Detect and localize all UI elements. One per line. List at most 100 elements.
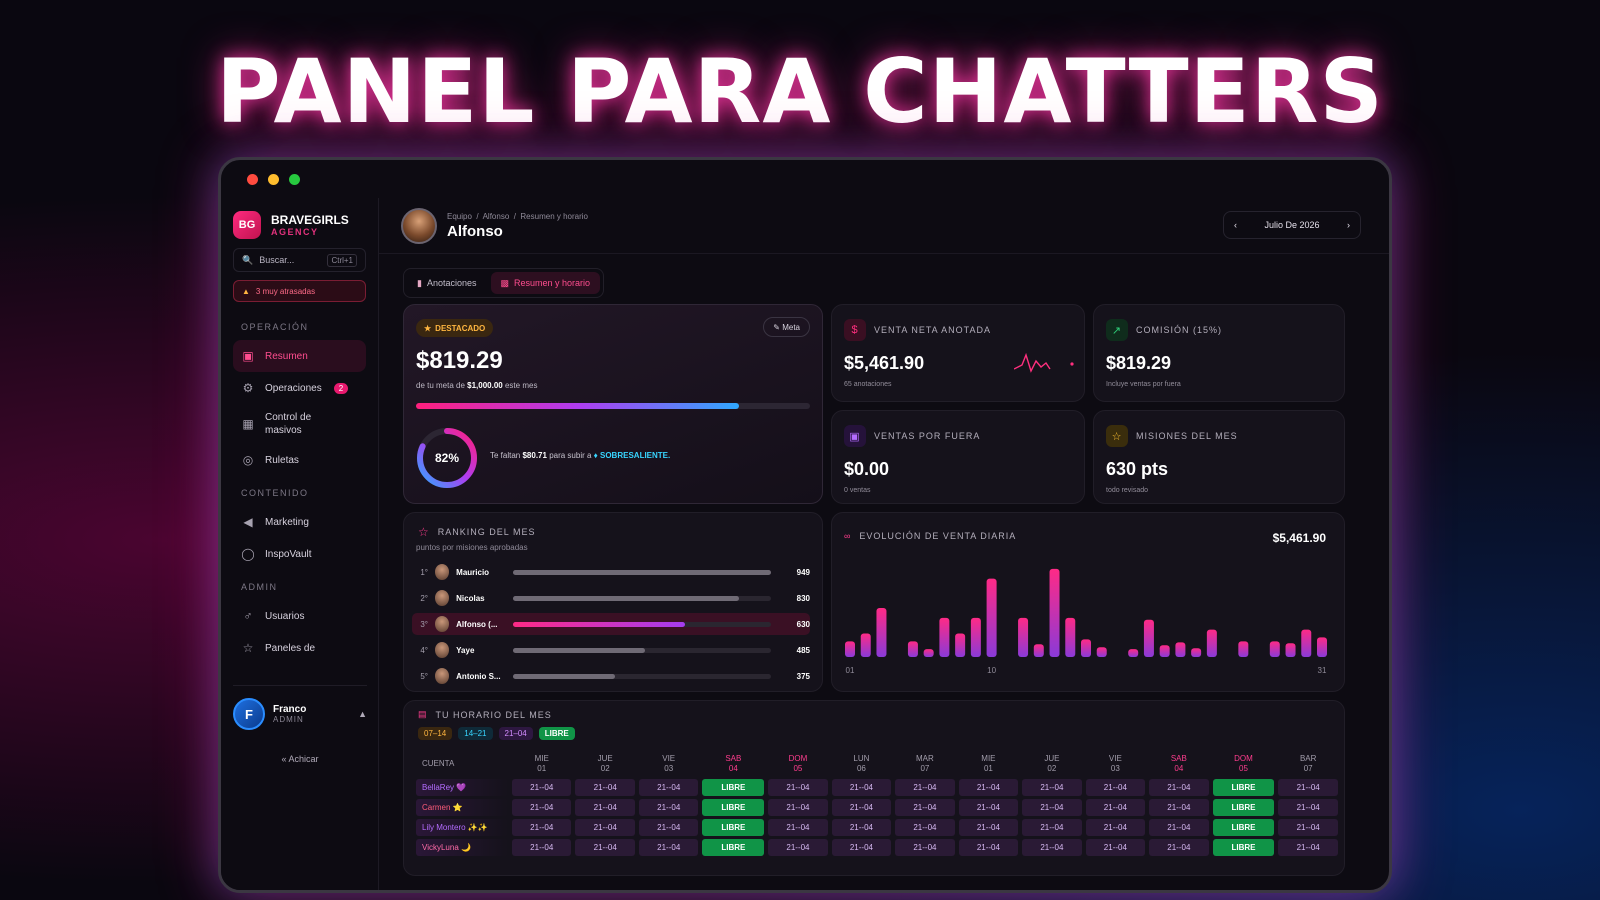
shift-cell[interactable]: 21--04 (512, 819, 572, 836)
chart-bar-day-2[interactable] (860, 633, 871, 658)
shift-cell[interactable]: 21--04 (1085, 819, 1146, 836)
chart-bar-day-8[interactable] (955, 633, 966, 658)
shift-cell[interactable]: 21--04 (575, 819, 635, 836)
chart-bar-day-9[interactable] (970, 617, 981, 657)
shift-cell[interactable]: 21--04 (1278, 839, 1338, 856)
chart-bar-day-1[interactable] (845, 641, 855, 657)
chart-bar-day-26[interactable] (1238, 641, 1249, 657)
sidebar-item-paneles[interactable]: ☆ Paneles de (233, 632, 366, 664)
sidebar-item-operaciones[interactable]: ⚙ Operaciones 2 (233, 372, 366, 404)
shift-cell[interactable]: 21--04 (1085, 799, 1146, 816)
breadcrumb-item[interactable]: Alfonso (483, 212, 510, 221)
meta-button[interactable]: ✎ Meta (763, 317, 810, 337)
shift-cell[interactable]: 21--04 (895, 799, 955, 816)
shift-cell[interactable]: 21--04 (831, 839, 892, 856)
chart-bar-day-24[interactable] (1206, 629, 1217, 657)
shift-cell[interactable]: 21--04 (1085, 839, 1146, 856)
shift-cell[interactable]: LIBRE (702, 839, 765, 856)
chart-bar-day-5[interactable] (907, 641, 918, 657)
sidebar-item-resumen[interactable]: ▣ Resumen (233, 340, 366, 372)
shift-cell[interactable]: LIBRE (1212, 779, 1275, 796)
shift-cell[interactable]: 21--04 (638, 799, 699, 816)
shift-cell[interactable]: 21--04 (768, 839, 828, 856)
shift-cell[interactable]: 21--04 (1022, 799, 1082, 816)
chart-bar-day-21[interactable] (1159, 645, 1170, 657)
shift-cell[interactable]: LIBRE (702, 779, 765, 796)
shift-cell[interactable]: 21--04 (1022, 839, 1082, 856)
shift-cell[interactable]: LIBRE (702, 819, 765, 836)
account-name[interactable]: Carmen ⭐ (416, 799, 508, 816)
shift-cell[interactable]: LIBRE (1212, 839, 1275, 856)
chart-bar-day-30[interactable] (1301, 629, 1312, 657)
breadcrumb-item[interactable]: Equipo (447, 212, 472, 221)
chart-bar-day-13[interactable] (1033, 644, 1044, 657)
shift-cell[interactable]: 21--04 (575, 779, 635, 796)
ranking-row[interactable]: 2° Nicolas 830 (412, 587, 810, 609)
account-name[interactable]: BellaRey 💜 (416, 779, 508, 796)
chart-bar-day-12[interactable] (1018, 617, 1029, 657)
shift-cell[interactable]: 21--04 (1085, 779, 1146, 796)
shift-cell[interactable]: LIBRE (1212, 819, 1275, 836)
shift-cell[interactable]: 21--04 (831, 819, 892, 836)
shift-cell[interactable]: 21--04 (1022, 779, 1082, 796)
shift-cell[interactable]: 21--04 (1278, 779, 1338, 796)
shift-cell[interactable]: 21--04 (1278, 799, 1338, 816)
chart-bar-day-22[interactable] (1175, 642, 1186, 657)
account-name[interactable]: Lily Montero ✨✨ (416, 819, 508, 836)
shift-cell[interactable]: 21--04 (512, 799, 572, 816)
shift-cell[interactable]: 21--04 (1149, 799, 1209, 816)
shift-legend-chip[interactable]: LIBRE (538, 727, 575, 740)
account-name[interactable]: VickyLuna 🌙 (416, 839, 508, 856)
shift-cell[interactable]: 21--04 (895, 779, 955, 796)
shift-cell[interactable]: 21--04 (638, 839, 699, 856)
shift-cell[interactable]: 21--04 (831, 799, 892, 816)
shift-legend-chip[interactable]: 21–04 (498, 727, 533, 740)
chart-bar-day-31[interactable] (1317, 637, 1327, 657)
shift-cell[interactable]: 21--04 (958, 779, 1019, 796)
shift-cell[interactable]: 21--04 (1022, 819, 1082, 836)
collapse-sidebar-button[interactable]: « Achicar (221, 754, 379, 764)
shift-cell[interactable]: 21--04 (575, 799, 635, 816)
shift-cell[interactable]: 21--04 (575, 839, 635, 856)
chart-bar-day-20[interactable] (1143, 619, 1154, 657)
current-user[interactable]: F Franco ADMIN ▲ (233, 685, 367, 730)
shift-cell[interactable]: 21--04 (1149, 779, 1209, 796)
shift-cell[interactable]: 21--04 (512, 839, 572, 856)
shift-cell[interactable]: 21--04 (958, 839, 1019, 856)
chart-bar-day-17[interactable] (1096, 647, 1107, 657)
chart-bar-day-3[interactable] (876, 608, 887, 657)
chevron-up-icon[interactable]: ▲ (358, 709, 367, 719)
chart-bar-day-14[interactable] (1049, 568, 1060, 657)
sidebar-item-usuarios[interactable]: ♂ Usuarios (233, 600, 366, 632)
shift-legend-chip[interactable]: 14–21 (458, 727, 493, 740)
sidebar-item-control-masivos[interactable]: ▦ Control de masivos (233, 404, 366, 444)
sidebar-item-marketing[interactable]: ◀ Marketing (233, 506, 366, 538)
ranking-row[interactable]: 1° Mauricio 949 (412, 561, 810, 583)
shift-cell[interactable]: LIBRE (1212, 799, 1275, 816)
shift-cell[interactable]: 21--04 (768, 819, 828, 836)
chart-bar-day-23[interactable] (1191, 648, 1202, 657)
shift-cell[interactable]: 21--04 (1278, 819, 1338, 836)
minimize-window-button[interactable] (268, 173, 279, 185)
late-alert[interactable]: ▲ 3 muy atrasadas (233, 280, 366, 302)
chart-bar-day-10[interactable] (986, 578, 997, 657)
maximize-window-button[interactable] (289, 173, 300, 185)
sidebar-item-inspovault[interactable]: ◯ InspoVault (233, 538, 366, 570)
shift-cell[interactable]: 21--04 (768, 799, 828, 816)
shift-cell[interactable]: 21--04 (768, 779, 828, 796)
shift-cell[interactable]: 21--04 (831, 779, 892, 796)
shift-cell[interactable]: 21--04 (958, 799, 1019, 816)
chart-bar-day-15[interactable] (1065, 617, 1076, 657)
ranking-row[interactable]: 3° Alfonso (... 630 (412, 613, 810, 635)
brand[interactable]: BG BRAVEGIRLS AGENCY (233, 198, 366, 244)
shift-legend-chip[interactable]: 07–14 (418, 727, 453, 740)
shift-cell[interactable]: 21--04 (895, 819, 955, 836)
shift-cell[interactable]: LIBRE (702, 799, 765, 816)
tab-resumen-horario[interactable]: ▩ Resumen y horario (490, 272, 601, 294)
chart-bar-day-29[interactable] (1285, 643, 1296, 657)
ranking-row[interactable]: 4° Yaye 485 (412, 639, 810, 661)
shift-cell[interactable]: 21--04 (958, 819, 1019, 836)
shift-cell[interactable]: 21--04 (638, 819, 699, 836)
shift-cell[interactable]: 21--04 (512, 779, 572, 796)
close-window-button[interactable] (247, 173, 258, 185)
